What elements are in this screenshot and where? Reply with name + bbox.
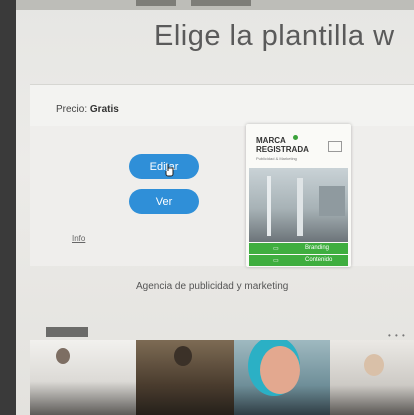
template-thumbnail[interactable]: MARCA REGISTRADA Publicidad & Marketing … [246, 124, 351, 267]
view-button[interactable]: Ver [129, 189, 199, 214]
more-dots-icon[interactable]: • • • [388, 331, 406, 340]
feature-row-1: ▭ Branding [249, 243, 348, 254]
feature-row-2-label: Contenido [305, 257, 333, 263]
brand-line2: REGISTRADA [256, 145, 309, 154]
menu-icon [328, 141, 342, 152]
price-label: Precio: [56, 104, 88, 115]
page-title: Elige la plantilla w [154, 20, 395, 52]
brand-line1: MARCA [256, 136, 286, 145]
brand-logo: MARCA REGISTRADA [256, 136, 309, 154]
template-tile-3[interactable] [234, 340, 330, 415]
template-tile-4[interactable] [330, 340, 414, 415]
feature-row-1-label: Branding [305, 245, 330, 251]
hand-cursor-icon [165, 164, 174, 177]
top-strip [16, 0, 414, 10]
template-tile-1[interactable] [30, 340, 136, 415]
info-link[interactable]: Info [72, 234, 85, 243]
browser-screen: Elige la plantilla w Precio: Gratis Edit… [16, 0, 414, 415]
template-card: Editar Ver Info [30, 126, 414, 266]
template-tile-2[interactable] [136, 340, 234, 415]
price-bar: Precio: Gratis [30, 84, 414, 128]
thumbnail-photo [249, 168, 348, 242]
feature-row-2: ▭ Contenido [249, 255, 348, 266]
price-text: Precio: Gratis [56, 104, 119, 115]
template-caption: Agencia de publicidad y marketing [136, 281, 289, 292]
brand-subtitle: Publicidad & Marketing [256, 156, 297, 161]
section-chip [46, 327, 88, 337]
price-value: Gratis [89, 104, 119, 115]
brand-dot-icon [293, 135, 298, 140]
